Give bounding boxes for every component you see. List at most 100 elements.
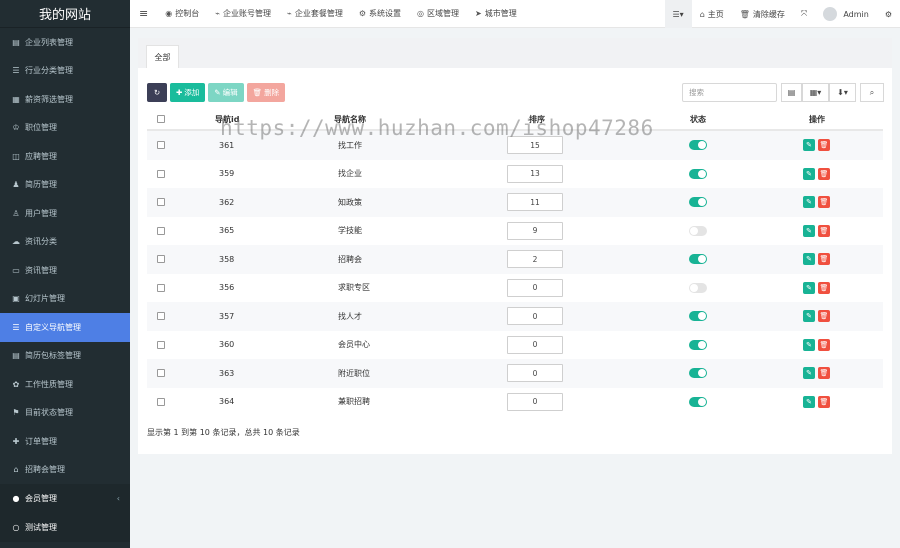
row-edit-button[interactable]: ✎ xyxy=(803,167,815,180)
row-delete-button[interactable]: 🗑 xyxy=(818,196,830,209)
sidebar-item-4[interactable]: ◫ 应聘管理 xyxy=(0,142,130,171)
row-checkbox[interactable] xyxy=(157,312,165,321)
row-delete-button[interactable]: 🗑 xyxy=(818,253,830,266)
sort-input[interactable]: 0 xyxy=(507,278,563,297)
tab-all[interactable]: 全部 xyxy=(146,45,179,68)
sidebar-group-0[interactable]: ● 会员管理 ‹ xyxy=(0,484,130,513)
row-edit-button[interactable]: ✎ xyxy=(803,281,815,294)
status-toggle[interactable] xyxy=(689,282,707,293)
sidebar-item-15[interactable]: ⌂ 招聘会管理 xyxy=(0,456,130,485)
row-edit-button[interactable]: ✎ xyxy=(803,367,815,380)
sort-input[interactable]: 11 xyxy=(507,193,563,212)
sort-input[interactable]: 2 xyxy=(507,250,563,269)
row-delete-button[interactable]: 🗑 xyxy=(818,224,830,237)
status-toggle[interactable] xyxy=(689,225,707,236)
bars-icon: ☰ xyxy=(12,66,20,76)
sort-input[interactable]: 15 xyxy=(507,136,563,155)
sidebar-item-6[interactable]: ♙ 用户管理 xyxy=(0,199,130,228)
row-checkbox[interactable] xyxy=(157,397,165,406)
row-edit-button[interactable]: ✎ xyxy=(803,139,815,152)
status-toggle[interactable] xyxy=(689,311,707,322)
cogs-icon: ⚙ xyxy=(884,9,892,19)
sidebar-group-1[interactable]: ○ 测试管理 xyxy=(0,513,130,542)
row-checkbox[interactable] xyxy=(157,169,165,178)
sidebar-item-0[interactable]: ▤ 企业列表管理 xyxy=(0,28,130,57)
sort-input[interactable]: 0 xyxy=(507,364,563,383)
site-logo[interactable]: 我的网站 xyxy=(0,0,130,28)
status-toggle[interactable] xyxy=(689,197,707,208)
row-edit-button[interactable]: ✎ xyxy=(803,395,815,408)
select-all-checkbox[interactable] xyxy=(157,115,165,123)
row-checkbox[interactable] xyxy=(157,283,165,292)
row-delete-button[interactable]: 🗑 xyxy=(818,395,830,408)
row-delete-button[interactable]: 🗑 xyxy=(818,310,830,323)
row-checkbox[interactable] xyxy=(157,198,165,207)
sidebar-item-10[interactable]: ☰ 自定义导航管理 xyxy=(0,313,130,342)
view-toggle-button[interactable]: ▦▾ xyxy=(802,83,829,102)
status-toggle[interactable] xyxy=(689,368,707,379)
home-link[interactable]: ⌂ 主页 xyxy=(692,0,732,28)
sidebar-item-1[interactable]: ☰ 行业分类管理 xyxy=(0,57,130,86)
menu-toggle-icon[interactable]: ≡ xyxy=(130,0,157,28)
target-icon: ◎ xyxy=(417,9,425,18)
row-checkbox[interactable] xyxy=(157,141,165,150)
delete-button[interactable]: 🗑 删除 xyxy=(246,83,286,102)
settings-button[interactable]: ⚙ xyxy=(877,0,900,28)
sidebar-item-12[interactable]: ✿ 工作性质管理 xyxy=(0,370,130,399)
header-name: 导航名称 xyxy=(334,114,366,124)
export-button[interactable]: ⬇▾ xyxy=(829,83,856,102)
clear-cache-button[interactable]: 🗑 清除缓存 xyxy=(732,0,793,28)
sidebar-item-7[interactable]: ☁ 资讯分类 xyxy=(0,228,130,257)
sidebar-item-14[interactable]: ✚ 订单管理 xyxy=(0,427,130,456)
sidebar-item-3[interactable]: ♔ 职位管理 xyxy=(0,114,130,143)
row-checkbox[interactable] xyxy=(157,255,165,264)
sort-input[interactable]: 0 xyxy=(507,307,563,326)
sort-input[interactable]: 0 xyxy=(507,392,563,411)
row-delete-button[interactable]: 🗑 xyxy=(818,338,830,351)
sidebar-item-8[interactable]: ▭ 资讯管理 xyxy=(0,256,130,285)
sort-input[interactable]: 0 xyxy=(507,335,563,354)
status-toggle[interactable] xyxy=(689,396,707,407)
sidebar-item-11[interactable]: ▤ 简历包标签管理 xyxy=(0,342,130,371)
topnav-item-3[interactable]: ⚙ 系统设置 xyxy=(351,0,409,28)
row-edit-button[interactable]: ✎ xyxy=(803,224,815,237)
search-input[interactable]: 搜索 xyxy=(682,83,777,102)
advanced-search-button[interactable]: ⌕ xyxy=(860,83,884,102)
sort-input[interactable]: 13 xyxy=(507,164,563,183)
status-toggle[interactable] xyxy=(689,254,707,265)
row-edit-button[interactable]: ✎ xyxy=(803,253,815,266)
row-checkbox[interactable] xyxy=(157,226,165,235)
fullscreen-button[interactable]: ⤧ xyxy=(793,0,815,28)
table-row: 361 找工作 15 ✎ 🗑 xyxy=(147,131,883,160)
add-button[interactable]: ✚ 添加 xyxy=(170,83,206,102)
refresh-button[interactable]: ↻ xyxy=(147,83,167,102)
row-delete-button[interactable]: 🗑 xyxy=(818,281,830,294)
row-delete-button[interactable]: 🗑 xyxy=(818,139,830,152)
topnav-item-0[interactable]: ◉ 控制台 xyxy=(157,0,207,28)
row-edit-button[interactable]: ✎ xyxy=(803,196,815,209)
sidebar-item-9[interactable]: ▣ 幻灯片管理 xyxy=(0,285,130,314)
topnav-item-2[interactable]: ⌁ 企业套餐管理 xyxy=(279,0,351,28)
row-delete-button[interactable]: 🗑 xyxy=(818,367,830,380)
edit-button[interactable]: ✎ 编辑 xyxy=(208,83,244,102)
topnav-item-5[interactable]: ➤ 城市管理 xyxy=(467,0,525,28)
columns-button[interactable]: ▤ xyxy=(781,83,802,102)
nav-list-dropdown[interactable]: ☰▾ xyxy=(664,0,692,28)
row-checkbox[interactable] xyxy=(157,340,165,349)
row-edit-button[interactable]: ✎ xyxy=(803,310,815,323)
row-checkbox[interactable] xyxy=(157,369,165,378)
sidebar-item-2[interactable]: ▦ 薪资筛选管理 xyxy=(0,85,130,114)
sidebar-item-13[interactable]: ⚑ 目前状态管理 xyxy=(0,399,130,428)
user-menu[interactable]: Admin xyxy=(815,0,877,28)
status-toggle[interactable] xyxy=(689,140,707,151)
topnav-item-1[interactable]: ⌁ 企业账号管理 xyxy=(207,0,279,28)
sort-input[interactable]: 9 xyxy=(507,221,563,240)
trash-icon: 🗑 xyxy=(819,397,829,406)
status-toggle[interactable] xyxy=(689,339,707,350)
row-delete-button[interactable]: 🗑 xyxy=(818,167,830,180)
sidebar-item-5[interactable]: ♟ 简历管理 xyxy=(0,171,130,200)
cell-name: 学技能 xyxy=(338,226,362,236)
row-edit-button[interactable]: ✎ xyxy=(803,338,815,351)
status-toggle[interactable] xyxy=(689,168,707,179)
topnav-item-4[interactable]: ◎ 区域管理 xyxy=(409,0,467,28)
